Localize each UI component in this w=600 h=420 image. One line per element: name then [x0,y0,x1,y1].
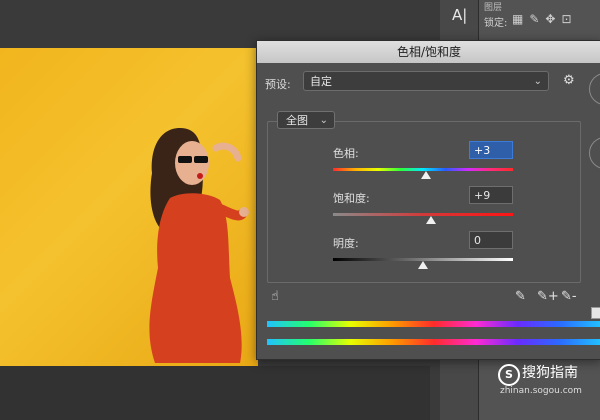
hand-adjust-icon[interactable]: ☝ [271,289,279,304]
eyedropper-plus-icon[interactable]: ✎+ [537,289,559,304]
preset-label: 预设: [265,78,291,91]
watermark-text: 搜狗指南 [522,365,578,381]
person-photo [149,128,249,363]
spectrum-bar-bottom [267,339,600,345]
channel-select[interactable]: 全图 ⌄ [277,111,335,129]
hue-label: 色相: [333,147,359,160]
layers-tab-label[interactable]: 图层 [484,0,502,13]
lock-label: 锁定: [484,18,508,29]
saturation-value-input[interactable]: +9 [469,186,513,204]
lightness-value-input[interactable]: 0 [469,231,513,249]
preset-select-value: 自定 [310,75,332,88]
watermark-url: zhinan.sogou.com [500,386,582,396]
preset-select[interactable]: 自定 ⌄ [303,71,549,91]
lightness-slider-thumb[interactable] [418,261,428,269]
eyedropper-minus-icon[interactable]: ✎- [561,289,577,304]
cancel-button[interactable] [589,137,600,169]
chevron-down-icon: ⌄ [319,115,328,126]
gear-icon[interactable]: ⚙ [563,73,575,88]
hue-saturation-dialog: 色相/饱和度 预设: 自定 ⌄ ⚙ 全图 ⌄ 色相: +3 饱和度: +9 明度… [256,40,600,360]
eyedropper-icon[interactable]: ✎ [515,289,526,304]
lightness-label: 明度: [333,237,359,250]
hue-slider-thumb[interactable] [420,171,431,179]
workspace-bottom [0,366,430,420]
chevron-down-icon: ⌄ [533,76,542,87]
lock-icons[interactable]: ▦✎✥⊡ [512,12,578,26]
saturation-slider-thumb[interactable] [426,216,437,224]
colorize-checkbox[interactable] [591,307,600,319]
spectrum-bar-top [267,321,600,327]
ok-button[interactable] [589,73,600,105]
saturation-label: 饱和度: [333,192,370,205]
sogou-logo-icon: S [498,364,520,386]
text-tool-icon[interactable]: A| [452,6,467,24]
dialog-title[interactable]: 色相/饱和度 [257,41,600,63]
channel-select-value: 全图 [286,114,308,127]
hue-value-input[interactable]: +3 [469,141,513,159]
saturation-slider-track[interactable] [333,213,513,216]
